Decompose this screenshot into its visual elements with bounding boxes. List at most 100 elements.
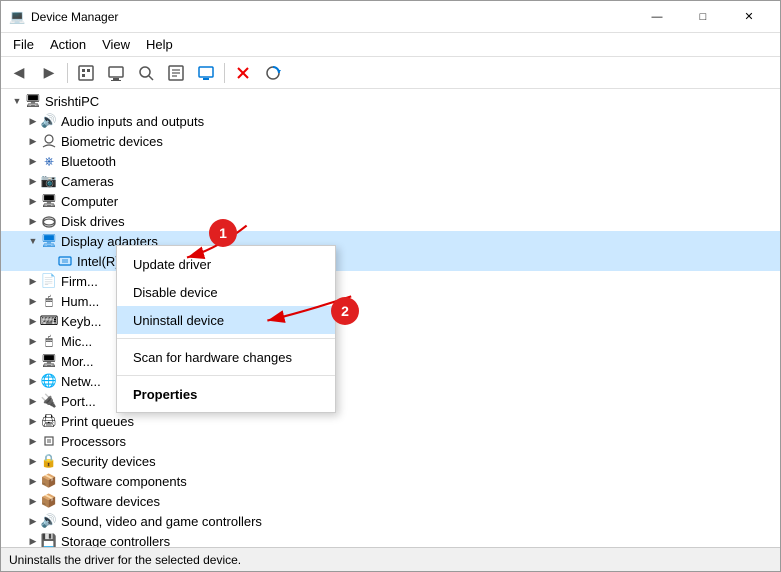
tree-root[interactable]: ▼ 🖥 SrishtiPC — [1, 91, 780, 111]
mice-icon: 🖱 — [41, 333, 57, 349]
ctx-sep-1 — [117, 338, 335, 339]
toolbar-btn-4[interactable] — [162, 60, 190, 86]
expand-security[interactable]: ▶ — [25, 453, 41, 469]
toolbar-separator-2 — [224, 63, 225, 83]
menu-help[interactable]: Help — [138, 33, 181, 57]
tree-audio[interactable]: ▶ 🔊 Audio inputs and outputs — [1, 111, 780, 131]
mice-label: Mic... — [61, 334, 92, 349]
bluetooth-label: Bluetooth — [61, 154, 116, 169]
expand-network[interactable]: ▶ — [25, 373, 41, 389]
tree-cameras[interactable]: ▶ 📷 Cameras — [1, 171, 780, 191]
softcomp-icon: 📦 — [41, 473, 57, 489]
keyboard-icon: ⌨ — [41, 313, 57, 329]
menu-file[interactable]: File — [5, 33, 42, 57]
ctx-sep-2 — [117, 375, 335, 376]
hid-label: Hum... — [61, 294, 99, 309]
status-text: Uninstalls the driver for the selected d… — [9, 553, 241, 567]
expand-gpu[interactable] — [41, 253, 57, 269]
menu-bar: File Action View Help — [1, 33, 780, 57]
tree-processors[interactable]: ▶ Processors — [1, 431, 780, 451]
ctx-scan-hardware[interactable]: Scan for hardware changes — [117, 343, 335, 371]
audio-label: Audio inputs and outputs — [61, 114, 204, 129]
disk-icon — [41, 213, 57, 229]
expand-mice[interactable]: ▶ — [25, 333, 41, 349]
tree-computer[interactable]: ▶ 🖥 Computer — [1, 191, 780, 211]
tree-storage[interactable]: ▶ 💾 Storage controllers — [1, 531, 780, 547]
processors-label: Processors — [61, 434, 126, 449]
expand-processors[interactable]: ▶ — [25, 433, 41, 449]
firmware-label: Firm... — [61, 274, 98, 289]
toolbar-btn-remove[interactable] — [229, 60, 257, 86]
expand-bluetooth[interactable]: ▶ — [25, 153, 41, 169]
maximize-button[interactable]: □ — [680, 1, 726, 33]
cameras-label: Cameras — [61, 174, 114, 189]
expand-cameras[interactable]: ▶ — [25, 173, 41, 189]
device-manager-window: 💻 Device Manager — □ ✕ File Action View … — [0, 0, 781, 572]
close-button[interactable]: ✕ — [726, 1, 772, 33]
audio-icon: 🔊 — [41, 113, 57, 129]
status-bar: Uninstalls the driver for the selected d… — [1, 547, 780, 571]
monitors-icon: 🖥 — [41, 353, 57, 369]
tree-softcomp[interactable]: ▶ 📦 Software components — [1, 471, 780, 491]
title-bar: 💻 Device Manager — □ ✕ — [1, 1, 780, 33]
storage-label: Storage controllers — [61, 534, 170, 548]
computer-icon: 🖥 — [41, 193, 57, 209]
expand-print[interactable]: ▶ — [25, 413, 41, 429]
toolbar-btn-3[interactable] — [132, 60, 160, 86]
tree-security[interactable]: ▶ 🔒 Security devices — [1, 451, 780, 471]
expand-storage[interactable]: ▶ — [25, 533, 41, 547]
title-bar-left: 💻 Device Manager — [9, 9, 118, 25]
softdev-label: Software devices — [61, 494, 160, 509]
computer-label: Computer — [61, 194, 118, 209]
expand-hid[interactable]: ▶ — [25, 293, 41, 309]
app-icon: 💻 — [9, 9, 25, 25]
ctx-disable-device[interactable]: Disable device — [117, 278, 335, 306]
menu-view[interactable]: View — [94, 33, 138, 57]
root-label: SrishtiPC — [45, 94, 99, 109]
expand-display[interactable]: ▼ — [25, 233, 41, 249]
expand-ports[interactable]: ▶ — [25, 393, 41, 409]
tree-print[interactable]: ▶ 🖨 Print queues — [1, 411, 780, 431]
monitors-label: Mor... — [61, 354, 94, 369]
expand-softdev[interactable]: ▶ — [25, 493, 41, 509]
expand-disk[interactable]: ▶ — [25, 213, 41, 229]
toolbar-btn-1[interactable] — [72, 60, 100, 86]
disk-label: Disk drives — [61, 214, 125, 229]
minimize-button[interactable]: — — [634, 1, 680, 33]
expand-root[interactable]: ▼ — [9, 93, 25, 109]
expand-audio[interactable]: ▶ — [25, 113, 41, 129]
toolbar-btn-2[interactable] — [102, 60, 130, 86]
back-button[interactable]: ◀ — [5, 60, 33, 86]
cameras-icon: 📷 — [41, 173, 57, 189]
tree-bluetooth[interactable]: ▶ ⎈ Bluetooth — [1, 151, 780, 171]
gpu-icon — [57, 253, 73, 269]
window-title: Device Manager — [31, 10, 118, 24]
toolbar-btn-5[interactable] — [192, 60, 220, 86]
ctx-properties[interactable]: Properties — [117, 380, 335, 408]
expand-biometric[interactable]: ▶ — [25, 133, 41, 149]
expand-keyboard[interactable]: ▶ — [25, 313, 41, 329]
expand-computer[interactable]: ▶ — [25, 193, 41, 209]
expand-monitors[interactable]: ▶ — [25, 353, 41, 369]
tree-sound[interactable]: ▶ 🔊 Sound, video and game controllers — [1, 511, 780, 531]
content-area: ▼ 🖥 SrishtiPC ▶ 🔊 Audio inputs and outpu… — [1, 89, 780, 547]
tree-disk[interactable]: ▶ Disk drives — [1, 211, 780, 231]
forward-button[interactable]: ▶ — [35, 60, 63, 86]
expand-softcomp[interactable]: ▶ — [25, 473, 41, 489]
expand-sound[interactable]: ▶ — [25, 513, 41, 529]
firmware-icon: 📄 — [41, 273, 57, 289]
ctx-uninstall-device[interactable]: Uninstall device — [117, 306, 335, 334]
softcomp-label: Software components — [61, 474, 187, 489]
ports-icon: 🔌 — [41, 393, 57, 409]
expand-firmware[interactable]: ▶ — [25, 273, 41, 289]
toolbar: ◀ ▶ — [1, 57, 780, 89]
security-icon: 🔒 — [41, 453, 57, 469]
biometric-label: Biometric devices — [61, 134, 163, 149]
network-icon: 🌐 — [41, 373, 57, 389]
tree-biometric[interactable]: ▶ Biometric devices — [1, 131, 780, 151]
menu-action[interactable]: Action — [42, 33, 94, 57]
toolbar-btn-scan[interactable] — [259, 60, 287, 86]
processors-icon — [41, 433, 57, 449]
tree-softdev[interactable]: ▶ 📦 Software devices — [1, 491, 780, 511]
ctx-update-driver[interactable]: Update driver — [117, 250, 335, 278]
